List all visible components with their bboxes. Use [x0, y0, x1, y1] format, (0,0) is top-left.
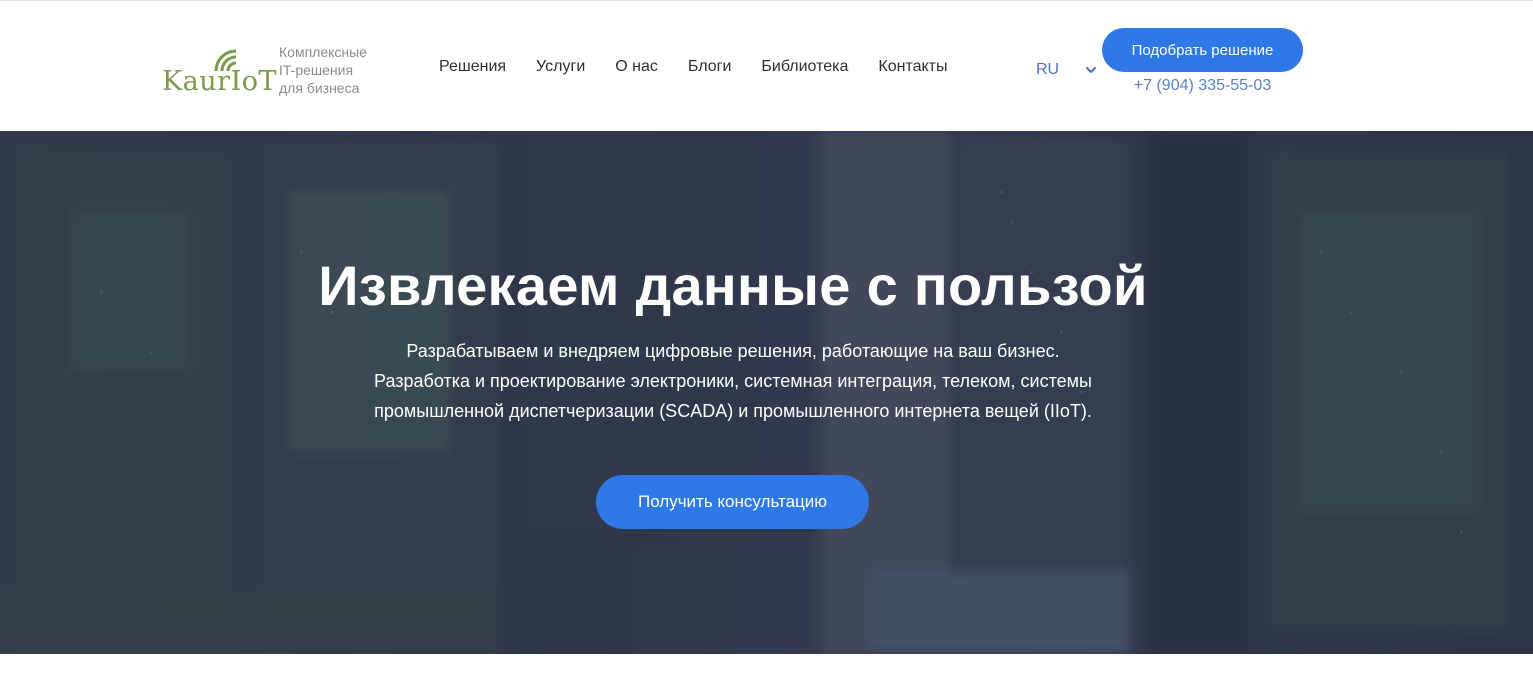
logo-mark: KaurIoT [162, 45, 277, 101]
tagline-line: для бизнеса [279, 80, 360, 96]
hero-title: Извлекаем данные с пользой [318, 254, 1148, 317]
logo-tagline: Комплексные IT-решения для бизнеса [279, 43, 389, 97]
main-nav: Решения Услуги О нас Блоги Библиотека Ко… [439, 56, 978, 78]
language-label: RU [1036, 61, 1060, 78]
tagline-line: Комплексные [279, 44, 367, 60]
logo-text: KaurIoT [162, 66, 277, 97]
nav-item-contacts[interactable]: Контакты [878, 56, 947, 78]
language-selector[interactable]: RU [1036, 59, 1097, 81]
nav-item-solutions[interactable]: Решения [439, 56, 506, 78]
tagline-line: IT-решения [279, 62, 354, 78]
hero-subtitle: Разрабатываем и внедряем цифровые решени… [0, 336, 1466, 426]
find-solution-button[interactable]: Подобрать решение [1102, 28, 1303, 72]
hero-subtitle-line: Разработка и проектирование электроники,… [374, 371, 1092, 391]
phone-link[interactable]: +7 (904) 335-55-03 [1102, 75, 1303, 97]
nav-item-services[interactable]: Услуги [536, 56, 585, 78]
nav-item-about[interactable]: О нас [615, 56, 658, 78]
hero-section: Извлекаем данные с пользой Разрабатываем… [0, 131, 1533, 654]
nav-item-library[interactable]: Библиотека [761, 56, 848, 78]
hero-subtitle-line: Разрабатываем и внедряем цифровые решени… [406, 341, 1060, 361]
page-content-below [0, 654, 1533, 694]
site-header: KaurIoT Комплексные IT-решения для бизне… [0, 0, 1533, 131]
nav-item-blogs[interactable]: Блоги [688, 56, 732, 78]
get-consultation-button[interactable]: Получить консультацию [596, 475, 869, 529]
hero-subtitle-line: промышленной диспетчеризации (SCADA) и п… [374, 401, 1092, 421]
logo[interactable]: KaurIoT Комплексные IT-решения для бизне… [162, 44, 382, 101]
chevron-down-icon [1086, 67, 1097, 73]
